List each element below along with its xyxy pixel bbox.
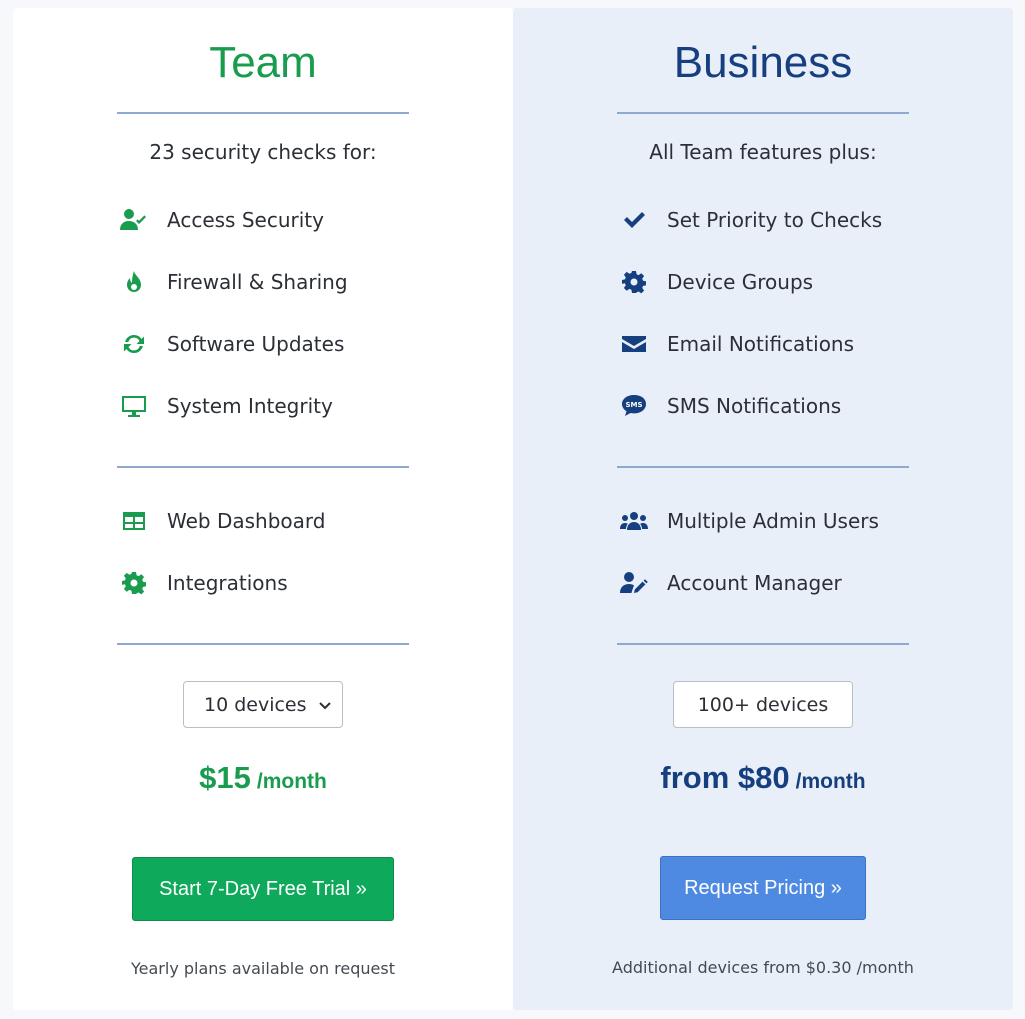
feature-system-integrity: System Integrity <box>120 391 333 421</box>
business-intro: All Team features plus: <box>649 140 877 164</box>
team-price: $15/month <box>13 760 513 796</box>
feature-access-security: Access Security <box>120 205 324 235</box>
gear-icon <box>620 268 648 296</box>
business-price: from $80/month <box>513 760 1013 796</box>
team-footnote: Yearly plans available on request <box>131 959 395 978</box>
divider <box>117 112 409 114</box>
table-icon <box>120 507 148 535</box>
price-period: /month <box>795 770 866 793</box>
monitor-icon <box>120 392 148 420</box>
feature-multiple-admin-users: Multiple Admin Users <box>620 506 879 536</box>
price-amount: from $80 <box>660 760 790 795</box>
refresh-icon <box>120 330 148 358</box>
feature-email-notifications: Email Notifications <box>620 329 854 359</box>
business-plan-title: Business <box>673 38 853 87</box>
team-plan-title: Team <box>209 38 317 87</box>
feature-device-groups: Device Groups <box>620 267 813 297</box>
start-free-trial-button[interactable]: Start 7-Day Free Trial » <box>132 857 394 921</box>
feature-set-priority: Set Priority to Checks <box>620 205 882 235</box>
divider <box>617 112 909 114</box>
feature-integrations: Integrations <box>120 568 288 598</box>
users-icon <box>620 507 648 535</box>
svg-text:SMS: SMS <box>625 401 642 409</box>
checkmark-icon <box>620 206 648 234</box>
price-amount: $15 <box>199 760 251 795</box>
user-edit-icon <box>620 569 648 597</box>
user-check-icon <box>120 206 148 234</box>
divider <box>617 643 909 645</box>
device-count-value: 10 devices <box>204 693 307 716</box>
divider <box>117 643 409 645</box>
business-footnote: Additional devices from $0.30 /month <box>612 958 914 977</box>
feature-account-manager: Account Manager <box>620 568 842 598</box>
fire-icon <box>120 268 148 296</box>
divider <box>617 466 909 468</box>
business-plan-card: Business All Team features plus: Set Pri… <box>513 8 1013 1010</box>
team-plan-card: Team 23 security checks for: Access Secu… <box>13 8 513 1010</box>
team-intro: 23 security checks for: <box>149 140 377 164</box>
feature-web-dashboard: Web Dashboard <box>120 506 325 536</box>
divider <box>117 466 409 468</box>
feature-software-updates: Software Updates <box>120 329 344 359</box>
device-count-select[interactable]: 10 devices <box>183 681 343 728</box>
feature-firewall-sharing: Firewall & Sharing <box>120 267 348 297</box>
sms-bubble-icon: SMS <box>620 392 648 420</box>
chevron-down-icon <box>318 696 332 718</box>
gear-icon <box>120 569 148 597</box>
price-period: /month <box>256 770 327 793</box>
device-count-display: 100+ devices <box>673 681 853 728</box>
request-pricing-button[interactable]: Request Pricing » <box>660 856 866 920</box>
feature-sms-notifications: SMS SMS Notifications <box>620 391 841 421</box>
envelope-icon <box>620 330 648 358</box>
